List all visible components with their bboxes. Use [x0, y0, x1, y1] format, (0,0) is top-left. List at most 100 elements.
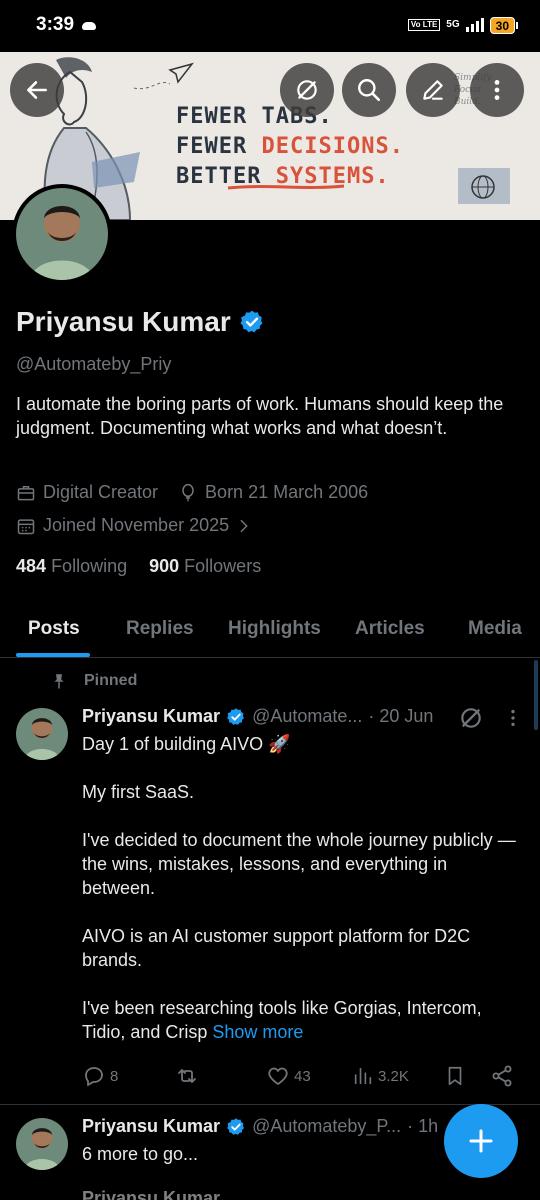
following-link[interactable]: 484 Following [16, 556, 127, 577]
grok-icon [297, 80, 317, 100]
tab-media[interactable]: Media [468, 618, 522, 640]
network-type: 5G [446, 20, 459, 30]
reply-button[interactable]: 8 [82, 1064, 118, 1088]
chevron-right-icon [240, 519, 248, 532]
profile-name-row: Priyansu Kumar [16, 306, 265, 338]
repost-icon [178, 1069, 196, 1083]
post-author-name[interactable]: Priyansu Kumar [82, 706, 220, 727]
post-header: Priyansu Kumar @Automate... · 20 Jun [82, 706, 433, 727]
verified-badge-icon [227, 1117, 245, 1135]
profile-name: Priyansu Kumar [16, 306, 231, 337]
plus-icon [469, 1129, 493, 1153]
post-paragraph: Day 1 of building AIVO 🚀 [82, 734, 291, 754]
verified-badge-icon[interactable] [239, 309, 265, 335]
status-time: 3:39 [36, 14, 75, 35]
reply-count: 8 [110, 1067, 119, 1085]
globe-icon [471, 175, 495, 199]
grok-icon[interactable] [458, 705, 484, 731]
banner-underline [227, 184, 345, 190]
heart-icon [268, 1067, 288, 1085]
paper-plane-doodle [133, 62, 194, 90]
post-avatar[interactable] [16, 708, 68, 760]
joined-row[interactable]: Joined November 2025 [16, 515, 266, 536]
views-count: 3.2K [378, 1067, 409, 1085]
post-author-handle: @Automateby_P... [252, 1116, 402, 1136]
grok-button[interactable] [280, 63, 334, 117]
follow-stats: 484 Following 900 Followers [16, 556, 261, 577]
briefcase-icon [17, 485, 35, 500]
tab-articles[interactable]: Articles [355, 618, 425, 640]
more-vertical-icon [494, 80, 500, 100]
post-paragraph: AIVO is an AI customer support platform … [82, 926, 471, 970]
status-icons: Vo LTE 5G 30 [407, 16, 518, 34]
tab-replies[interactable]: Replies [126, 618, 194, 640]
bookmark-icon [448, 1066, 462, 1086]
avatar-image [16, 1118, 68, 1170]
views-icon [354, 1067, 372, 1085]
tab-highlights[interactable]: Highlights [228, 618, 321, 640]
profile-bio: I automate the boring parts of work. Hum… [16, 394, 504, 438]
search-icon [358, 79, 381, 102]
post-avatar[interactable] [16, 1118, 68, 1170]
pencil-icon [423, 80, 443, 100]
verified-badge-icon [227, 707, 245, 725]
more-options-button[interactable] [470, 63, 524, 117]
post-author-name[interactable]: Priyansu Kumar [82, 1116, 220, 1137]
signal-icon [465, 18, 484, 32]
followers-link[interactable]: 900 Followers [149, 556, 261, 577]
like-count: 43 [294, 1067, 311, 1085]
reply-icon [85, 1067, 103, 1086]
avatar-image [16, 188, 108, 280]
repost-button[interactable] [174, 1064, 200, 1088]
post-paragraph-last: I've been researching tools like Gorgias… [82, 998, 482, 1042]
post-divider [0, 1104, 540, 1105]
profile-tabs: Posts Replies Highlights Articles Media [0, 608, 540, 658]
share-icon [492, 1065, 512, 1087]
balloon-icon [182, 483, 194, 501]
share-button[interactable] [490, 1064, 514, 1088]
back-button[interactable] [10, 63, 64, 117]
born-item: Born 21 March 2006 [178, 482, 368, 503]
profile-handle: @Automateby_Priy [16, 354, 172, 374]
cloud-icon [82, 22, 97, 30]
views-button[interactable]: 3.2K [352, 1064, 409, 1088]
battery-level: 30 [489, 16, 515, 34]
show-more-link[interactable]: Show more [212, 1022, 303, 1042]
post-paragraph: My first SaaS. [82, 782, 195, 802]
post-text: Day 1 of building AIVO 🚀 My first SaaS. … [82, 732, 522, 1044]
edit-button[interactable] [406, 63, 460, 117]
volte-badge: Vo LTE [407, 19, 441, 31]
category-item: Digital Creator [16, 482, 158, 503]
avatar-image [16, 708, 68, 760]
next-post-author-partial: Priyansu Kumar [82, 1188, 221, 1200]
post-text: 6 more to go... [82, 1144, 199, 1164]
pinned-label: Pinned [84, 672, 138, 689]
battery-icon: 30 [489, 16, 518, 34]
post-date[interactable]: · 20 Jun [368, 706, 433, 727]
network-type-label: 5G [446, 19, 460, 30]
scrollbar-thumb[interactable] [534, 660, 538, 730]
bookmark-button[interactable] [444, 1064, 466, 1088]
more-vertical-icon[interactable] [502, 706, 524, 730]
active-tab-indicator [16, 653, 90, 657]
calendar-icon [17, 518, 35, 534]
post-date[interactable]: · 1h [407, 1116, 438, 1137]
tab-posts[interactable]: Posts [28, 618, 80, 640]
status-bar: 3:39 Vo LTE 5G 30 [0, 0, 540, 50]
arrow-left-icon [27, 81, 47, 99]
born-label: Born 21 March 2006 [205, 482, 369, 502]
category-label: Digital Creator [43, 482, 159, 502]
joined-label: Joined November 2025 [43, 515, 230, 535]
post-author-handle: @Automate... [252, 706, 363, 726]
post-paragraph: I've decided to document the whole journ… [82, 830, 516, 898]
post-actions: 8 43 3.2K [82, 1064, 522, 1092]
post-header: Priyansu Kumar @Automateby_P... · 1h [82, 1116, 438, 1137]
pin-icon [54, 674, 64, 689]
joined-item[interactable]: Joined November 2025 [16, 515, 252, 536]
search-button[interactable] [342, 63, 396, 117]
profile-meta-row: Digital Creator Born 21 March 2006 [16, 482, 382, 503]
pinned-indicator: Pinned [50, 672, 137, 690]
compose-post-button[interactable] [444, 1104, 518, 1178]
like-button[interactable]: 43 [266, 1064, 311, 1088]
profile-avatar[interactable] [12, 184, 112, 284]
